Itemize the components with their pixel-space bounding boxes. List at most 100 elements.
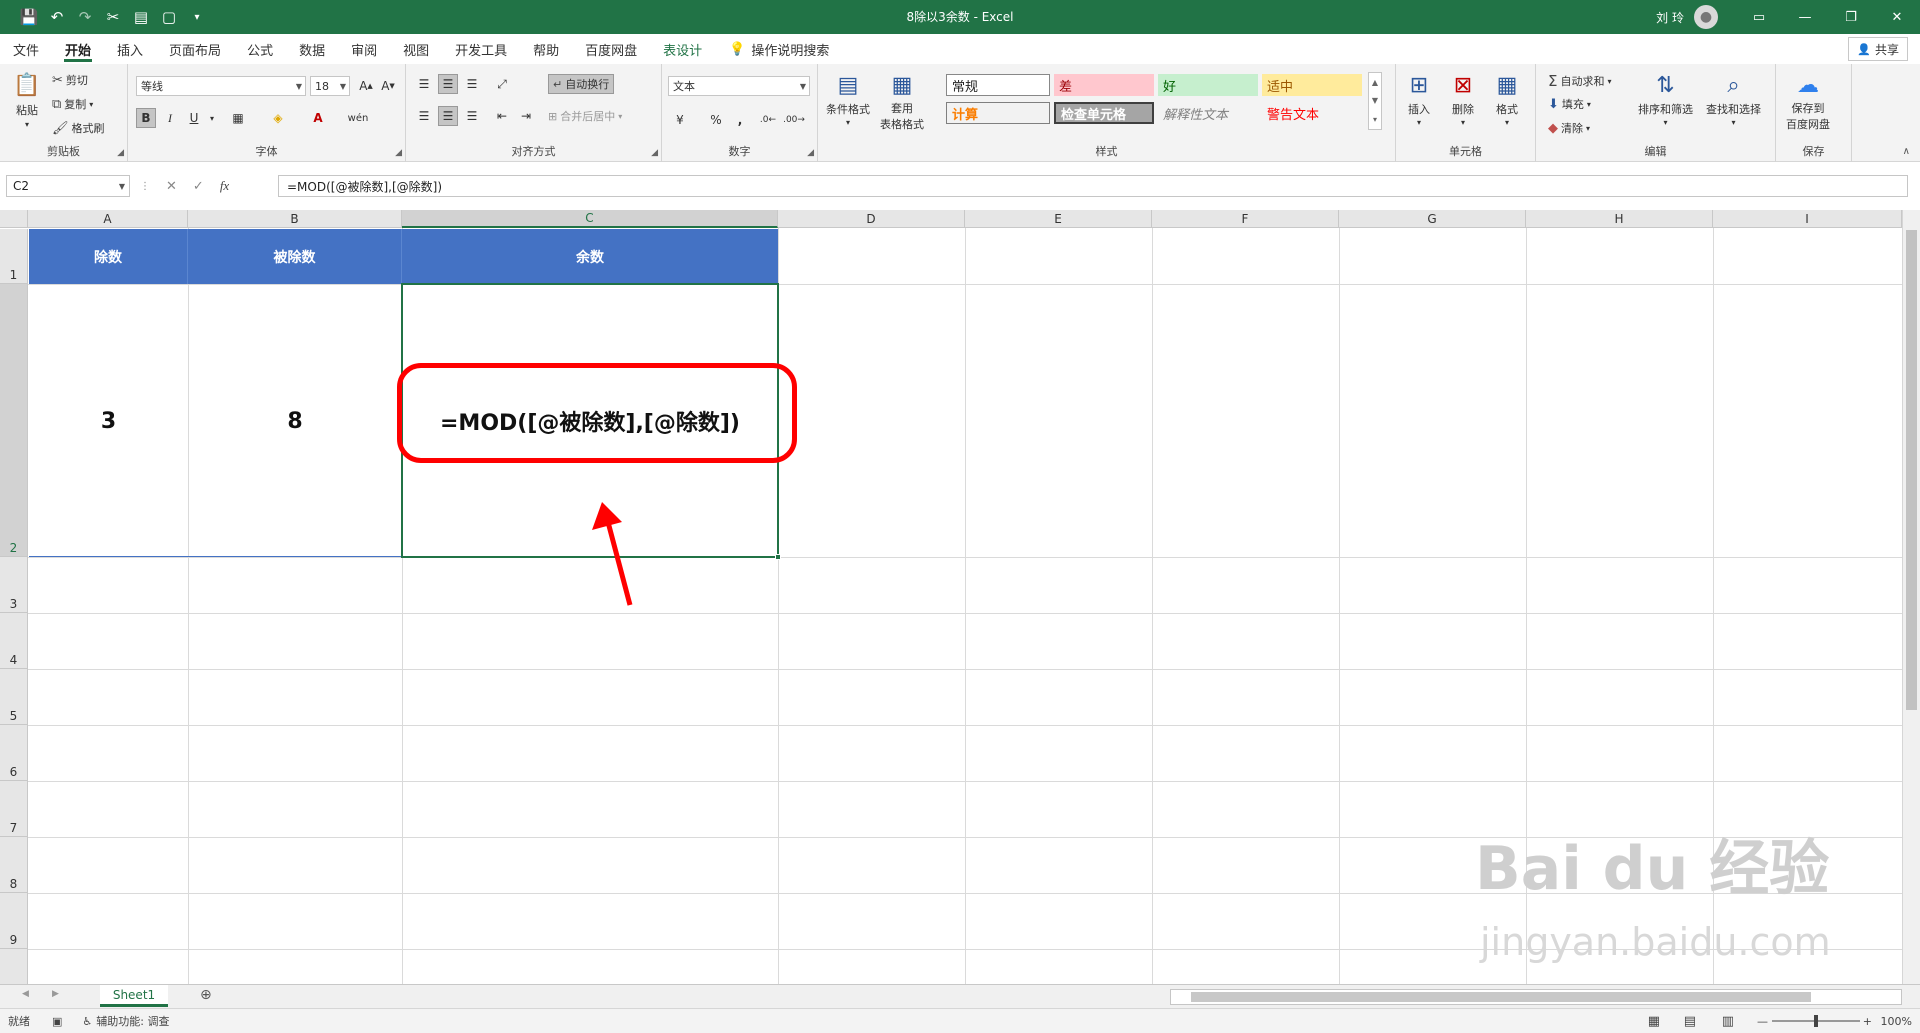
close-icon[interactable]: ✕	[1874, 0, 1920, 34]
style-check-cell[interactable]: 检查单元格	[1054, 102, 1154, 124]
comma-button[interactable]: ,	[730, 110, 750, 130]
grow-font-icon[interactable]: A ▲	[356, 76, 376, 96]
delete-cells-button[interactable]: ⊠ 删除 ▾	[1448, 70, 1478, 128]
number-format-combo[interactable]: 文本 ▼	[668, 76, 810, 96]
vertical-scrollbar[interactable]	[1902, 210, 1920, 984]
horizontal-scrollbar[interactable]	[1170, 989, 1902, 1005]
align-top-icon[interactable]: ☰	[414, 74, 434, 94]
font-name-combo[interactable]: 等线 ▼	[136, 76, 306, 96]
percent-button[interactable]: %	[706, 110, 726, 130]
name-box[interactable]: C2 ▼	[6, 175, 130, 197]
copy-button[interactable]: ⧉ 复制 ▾	[52, 96, 93, 112]
row-header-3[interactable]: 3	[0, 557, 28, 613]
redo-icon[interactable]: ↷	[74, 6, 96, 28]
normal-view-icon[interactable]: ▦	[1648, 1014, 1660, 1029]
tab-developer[interactable]: 开发工具	[442, 34, 520, 64]
customize-qat-icon[interactable]: ▾	[186, 6, 208, 28]
style-normal[interactable]: 常规	[946, 74, 1050, 96]
tab-insert[interactable]: 插入	[104, 34, 156, 64]
tab-table-design[interactable]: 表设计	[650, 34, 715, 64]
dialog-launcher-icon[interactable]: ◢	[117, 148, 124, 158]
tab-baidu-netdisk[interactable]: 百度网盘	[572, 34, 650, 64]
table-header-divisor[interactable]: 除数	[29, 229, 188, 284]
fill-handle[interactable]	[775, 554, 781, 560]
orientation-icon[interactable]: ⤢	[492, 74, 512, 94]
align-center-icon[interactable]: ☰	[438, 106, 458, 126]
style-neutral[interactable]: 适中	[1262, 74, 1362, 96]
column-header-d[interactable]: D	[778, 210, 965, 228]
zoom-out-icon[interactable]: —	[1757, 1015, 1768, 1028]
paste-button[interactable]: 📋 粘贴 ▾	[12, 70, 42, 130]
user-name[interactable]: 刘 玲	[1656, 9, 1684, 26]
conditional-formatting-button[interactable]: ▤ 条件格式 ▾	[826, 70, 870, 128]
fill-color-icon[interactable]: ◈	[268, 108, 288, 128]
new-file-icon[interactable]: ▢	[158, 6, 180, 28]
merge-center-button[interactable]: ⊞ 合并后居中 ▾	[548, 108, 622, 124]
zoom-slider[interactable]	[1772, 1015, 1860, 1027]
tab-review[interactable]: 审阅	[338, 34, 390, 64]
macro-record-icon[interactable]: ▣	[52, 1015, 62, 1028]
style-bad[interactable]: 差	[1054, 74, 1154, 96]
select-all-corner[interactable]	[0, 210, 28, 228]
zoom-slider-thumb[interactable]	[1814, 1015, 1818, 1027]
tab-help[interactable]: 帮助	[520, 34, 572, 64]
increase-indent-icon[interactable]: ⇥	[516, 106, 536, 126]
tell-me-search[interactable]: 💡 操作说明搜索	[729, 40, 829, 59]
align-left-icon[interactable]: ☰	[414, 106, 434, 126]
underline-button[interactable]: U	[184, 108, 204, 128]
increase-decimal-icon[interactable]: .0←	[758, 110, 778, 130]
column-header-b[interactable]: B	[188, 210, 402, 228]
styles-gallery-scroll[interactable]: ▲ ▼ ▾	[1368, 72, 1382, 130]
format-painter-button[interactable]: 🖌 格式刷	[52, 120, 105, 136]
horizontal-scroll-thumb[interactable]	[1191, 992, 1811, 1002]
table-header-dividend[interactable]: 被除数	[188, 229, 402, 284]
row-header-8[interactable]: 8	[0, 837, 28, 893]
column-header-h[interactable]: H	[1526, 210, 1713, 228]
column-header-a[interactable]: A	[28, 210, 188, 228]
chevron-down-icon[interactable]: ▾	[202, 108, 222, 128]
insert-function-icon[interactable]: fx	[220, 178, 229, 194]
cell-a2[interactable]: 3	[29, 285, 188, 557]
worksheet-grid[interactable]: A B C D E F G H I 1 2 3 4 5 6 7 8 9 除数 被…	[0, 210, 1920, 984]
cell-b2[interactable]: 8	[188, 285, 402, 557]
insert-cells-button[interactable]: ⊞ 插入 ▾	[1404, 70, 1434, 128]
clear-button[interactable]: ◆ 清除 ▾	[1548, 120, 1590, 136]
tab-file[interactable]: 文件	[0, 34, 52, 64]
next-sheet-icon[interactable]: ▶	[52, 989, 59, 999]
style-explanatory[interactable]: 解释性文本	[1158, 102, 1258, 124]
currency-icon[interactable]: ¥	[670, 110, 690, 130]
align-middle-icon[interactable]: ☰	[438, 74, 458, 94]
column-header-e[interactable]: E	[965, 210, 1152, 228]
tab-page-layout[interactable]: 页面布局	[156, 34, 234, 64]
borders-icon[interactable]: ▦	[228, 108, 248, 128]
italic-button[interactable]: I	[160, 108, 180, 128]
column-header-c[interactable]: C	[402, 210, 778, 228]
vertical-scroll-thumb[interactable]	[1906, 230, 1917, 710]
dialog-launcher-icon[interactable]: ◢	[807, 148, 814, 158]
cancel-icon[interactable]: ✕	[166, 179, 177, 194]
sort-filter-button[interactable]: ⇅ 排序和筛选 ▾	[1638, 70, 1693, 128]
page-break-view-icon[interactable]: ▥	[1722, 1014, 1734, 1029]
tab-home[interactable]: 开始	[52, 34, 104, 64]
enter-icon[interactable]: ✓	[193, 179, 204, 194]
sheet-tab-sheet1[interactable]: Sheet1	[100, 985, 168, 1007]
autosum-button[interactable]: Σ 自动求和 ▾	[1548, 72, 1612, 90]
zoom-in-icon[interactable]: +	[1863, 1015, 1872, 1028]
decrease-indent-icon[interactable]: ⇤	[492, 106, 512, 126]
dialog-launcher-icon[interactable]: ◢	[651, 148, 658, 158]
align-right-icon[interactable]: ☰	[462, 106, 482, 126]
save-icon[interactable]: 💾	[18, 6, 40, 28]
align-bottom-icon[interactable]: ☰	[462, 74, 482, 94]
tab-view[interactable]: 视图	[390, 34, 442, 64]
bold-button[interactable]: B	[136, 108, 156, 128]
accessibility-status[interactable]: 辅助功能: 调查	[96, 1013, 169, 1029]
column-header-i[interactable]: I	[1713, 210, 1902, 228]
font-color-icon[interactable]: A	[308, 108, 328, 128]
decrease-decimal-icon[interactable]: .00→	[783, 110, 805, 130]
format-painter-qat-icon[interactable]: ▤	[130, 6, 152, 28]
style-calculation[interactable]: 计算	[946, 102, 1050, 124]
ribbon-display-icon[interactable]: ▭	[1736, 0, 1782, 34]
tab-formulas[interactable]: 公式	[234, 34, 286, 64]
restore-icon[interactable]: ❐	[1828, 0, 1874, 34]
row-header-5[interactable]: 5	[0, 669, 28, 725]
